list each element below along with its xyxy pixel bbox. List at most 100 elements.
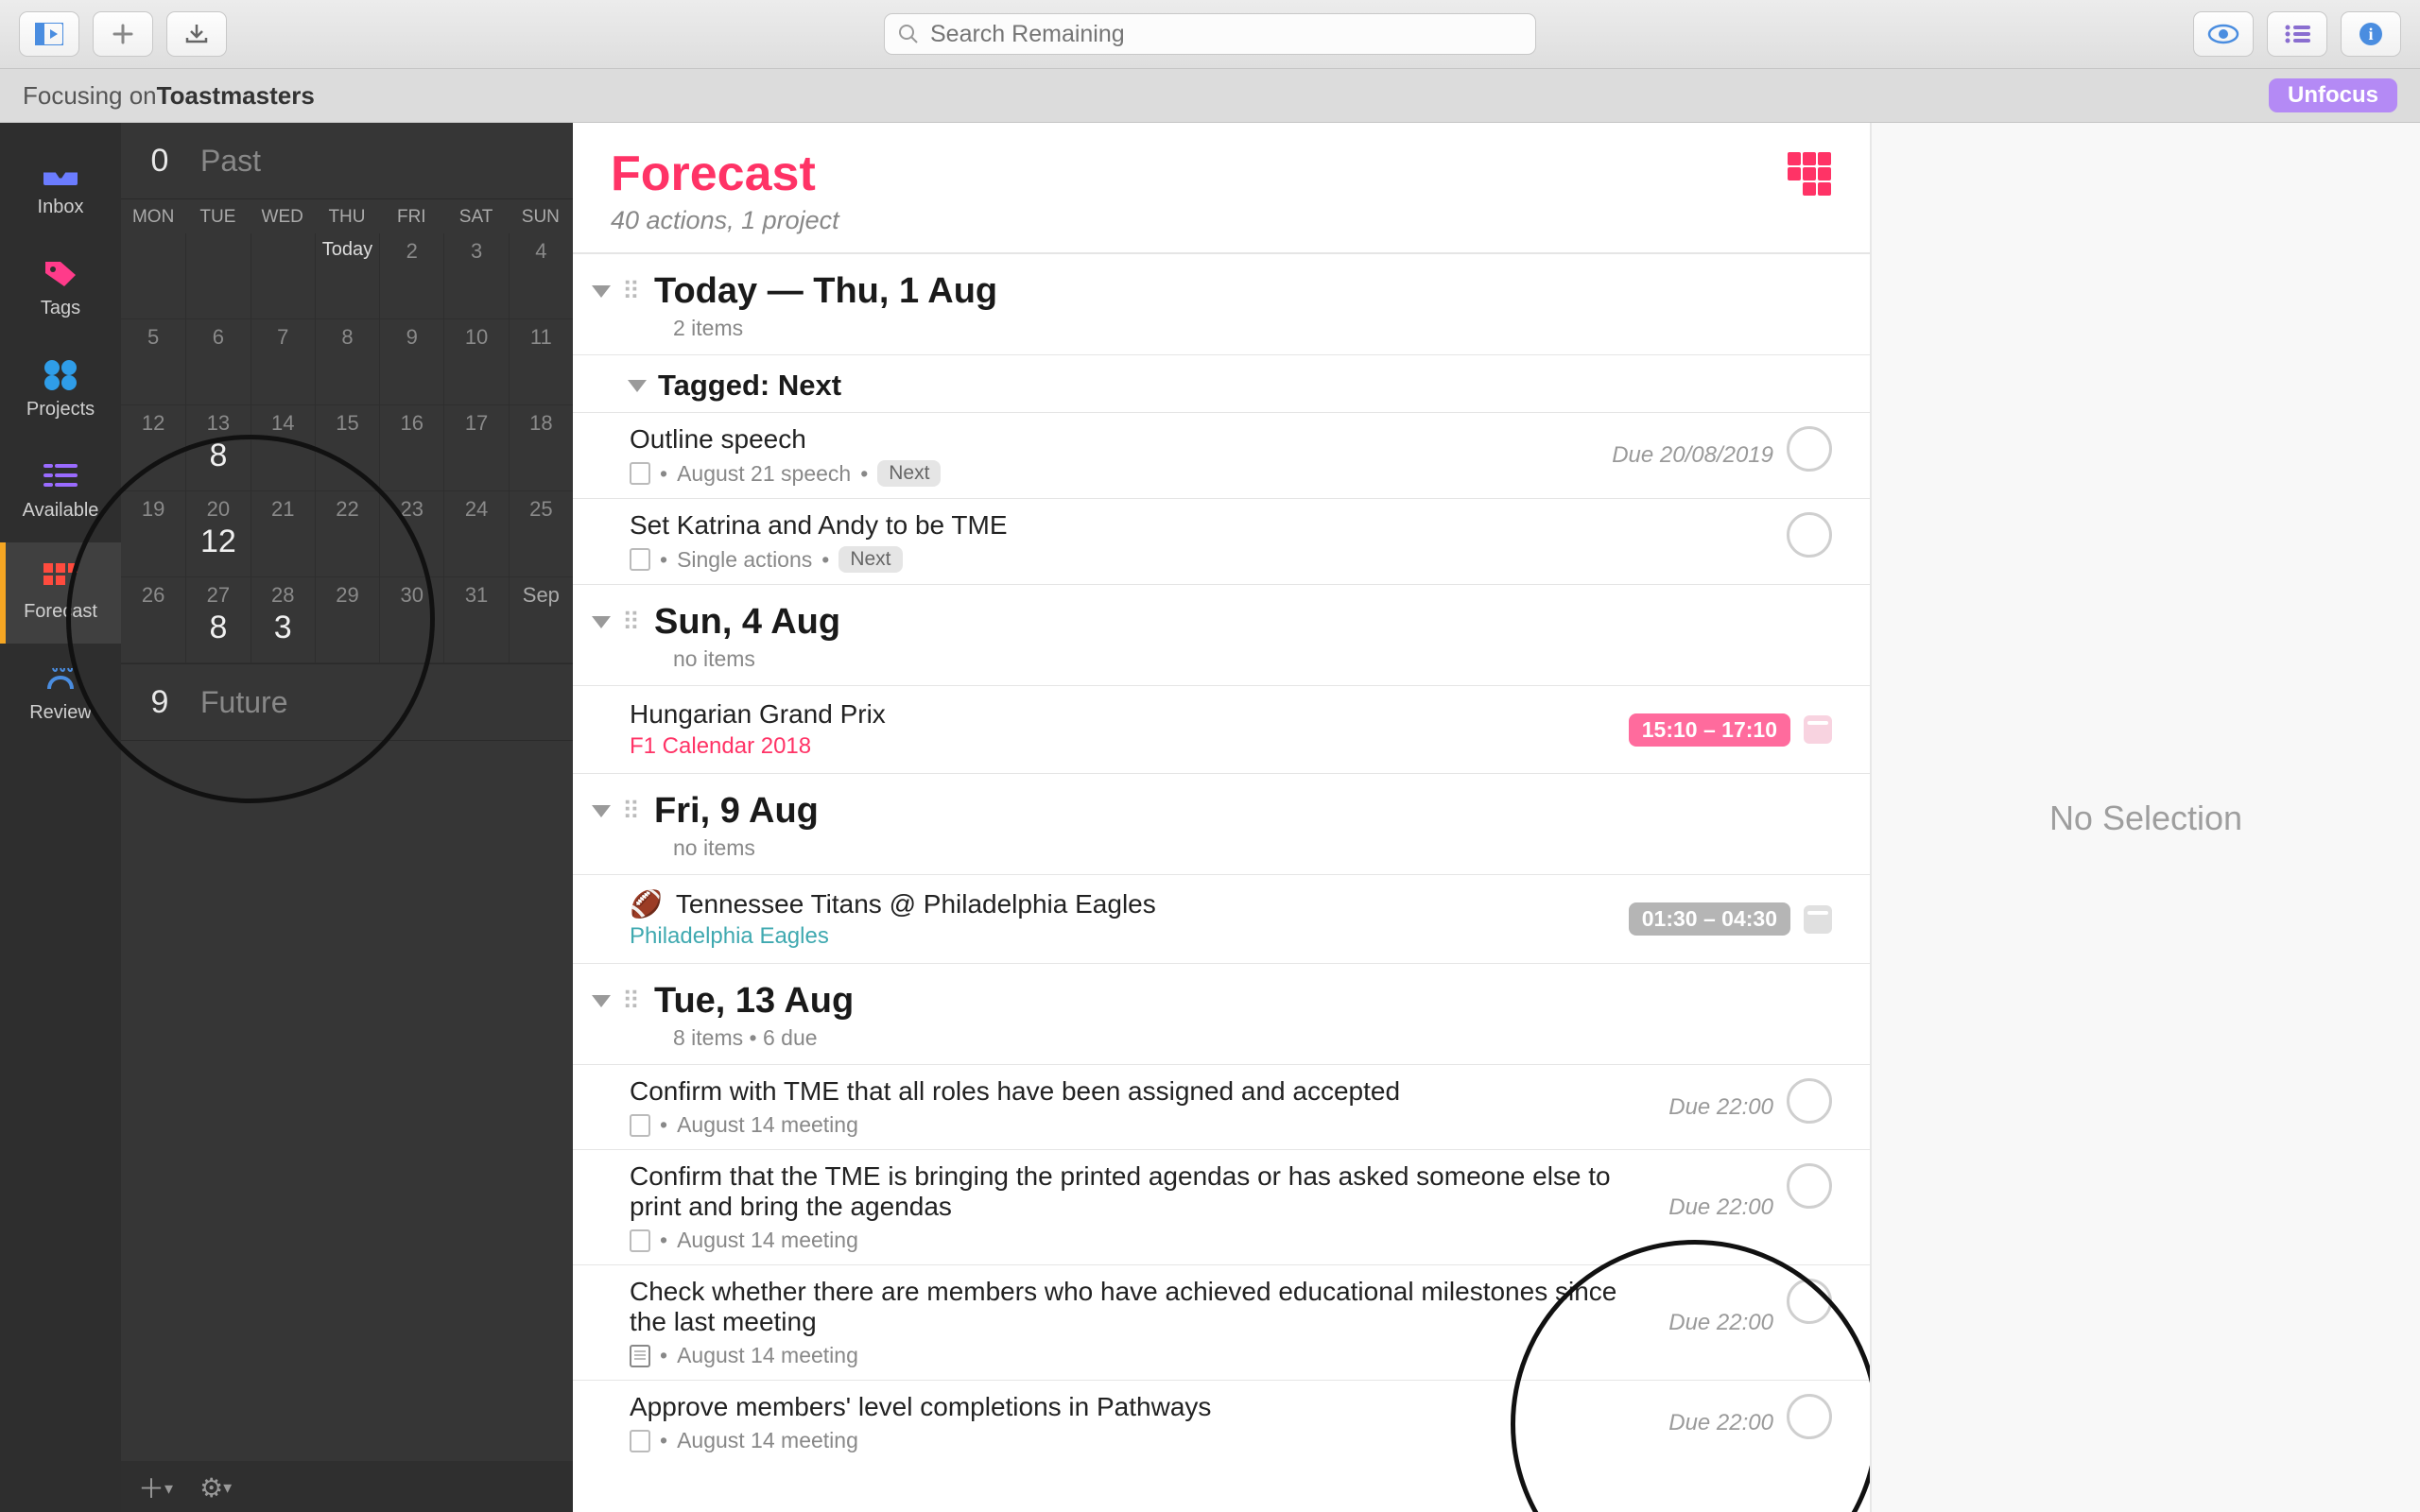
- section-title: Sun, 4 Aug: [654, 602, 840, 643]
- cal-day[interactable]: 15: [315, 405, 379, 490]
- cal-day[interactable]: 5: [121, 319, 185, 404]
- nav-tags[interactable]: Tags: [0, 239, 121, 340]
- cal-day[interactable]: 4: [509, 233, 573, 318]
- nav-label: Projects: [26, 399, 95, 421]
- complete-checkbox[interactable]: [1787, 1394, 1832, 1439]
- cal-day[interactable]: 18: [509, 405, 573, 490]
- complete-checkbox[interactable]: [1787, 1279, 1832, 1324]
- perspective-nav: Inbox Tags Projects Available Forecast R…: [0, 123, 121, 1512]
- task-tag[interactable]: Next: [838, 546, 902, 573]
- view-button[interactable]: [2193, 11, 2254, 57]
- calendar-event[interactable]: 🏈Tennessee Titans @ Philadelphia EaglesP…: [573, 874, 1870, 963]
- search-field[interactable]: [884, 13, 1536, 55]
- task-title: Confirm that the TME is bringing the pri…: [630, 1161, 1650, 1222]
- nav-inbox[interactable]: Inbox: [0, 138, 121, 239]
- section-title: Tue, 13 Aug: [654, 981, 854, 1022]
- cal-future-row[interactable]: 9 Future: [121, 663, 573, 741]
- cal-day[interactable]: Today: [315, 233, 379, 318]
- task-row[interactable]: Confirm with TME that all roles have bee…: [573, 1064, 1870, 1149]
- nav-available[interactable]: Available: [0, 441, 121, 542]
- note-icon: [630, 1430, 650, 1452]
- cal-day[interactable]: 8: [315, 319, 379, 404]
- unfocus-button[interactable]: Unfocus: [2269, 78, 2397, 112]
- cal-day[interactable]: Sep: [509, 577, 573, 662]
- cal-day[interactable]: 3: [443, 233, 508, 318]
- task-project: Single actions: [677, 547, 812, 573]
- page-title: Forecast: [611, 146, 839, 202]
- info-button[interactable]: i: [2341, 11, 2401, 57]
- task-project: August 14 meeting: [677, 1112, 858, 1138]
- cal-day[interactable]: 25: [509, 491, 573, 576]
- cal-day[interactable]: 2: [379, 233, 443, 318]
- cal-past-row[interactable]: 0 Past: [121, 123, 573, 199]
- complete-checkbox[interactable]: [1787, 512, 1832, 558]
- cal-grid: Today23456789101112138141516171819201221…: [121, 233, 573, 663]
- calendar-icon: [1804, 905, 1832, 934]
- search-input[interactable]: [928, 20, 1522, 49]
- cal-day[interactable]: 10: [443, 319, 508, 404]
- nav-forecast[interactable]: Forecast: [0, 542, 121, 644]
- toggle-sidebar-button[interactable]: [19, 11, 79, 57]
- cal-day[interactable]: 278: [185, 577, 250, 662]
- cal-day[interactable]: 24: [443, 491, 508, 576]
- add-button[interactable]: [93, 11, 153, 57]
- cal-day[interactable]: 14: [251, 405, 315, 490]
- section-meta: 8 items • 6 due: [573, 1025, 1870, 1064]
- cal-day[interactable]: 29: [315, 577, 379, 662]
- task-row[interactable]: Check whether there are members who have…: [573, 1264, 1870, 1380]
- list-button[interactable]: [2267, 11, 2327, 57]
- complete-checkbox[interactable]: [1787, 1078, 1832, 1124]
- cal-future-count: 9: [134, 684, 185, 721]
- calendar-sidebar: 0 Past MON TUE WED THU FRI SAT SUN Today…: [121, 123, 573, 1512]
- nav-label: Available: [23, 500, 99, 522]
- task-row[interactable]: Approve members' level completions in Pa…: [573, 1380, 1870, 1465]
- cal-day[interactable]: 17: [443, 405, 508, 490]
- task-row[interactable]: Set Katrina and Andy to be TME • Single …: [573, 498, 1870, 584]
- cal-day[interactable]: 31: [443, 577, 508, 662]
- task-title: Set Katrina and Andy to be TME: [630, 510, 1768, 541]
- event-emoji: 🏈: [630, 888, 663, 919]
- section-header[interactable]: ⠿Sun, 4 Aug: [573, 584, 1870, 646]
- nav-label: Review: [29, 702, 92, 724]
- note-icon: [630, 1229, 650, 1252]
- section-header[interactable]: ⠿Today — Thu, 1 Aug: [573, 253, 1870, 316]
- task-row[interactable]: Confirm that the TME is bringing the pri…: [573, 1149, 1870, 1264]
- download-button[interactable]: [166, 11, 227, 57]
- task-tag[interactable]: Next: [877, 460, 941, 487]
- nav-projects[interactable]: Projects: [0, 340, 121, 441]
- cal-day[interactable]: 26: [121, 577, 185, 662]
- cal-day[interactable]: 23: [379, 491, 443, 576]
- cal-day[interactable]: 2012: [185, 491, 250, 576]
- gear-menu-button[interactable]: ⚙▾: [199, 1472, 232, 1503]
- cal-day[interactable]: 19: [121, 491, 185, 576]
- cal-day[interactable]: 138: [185, 405, 250, 490]
- complete-checkbox[interactable]: [1787, 1163, 1832, 1209]
- cal-past-count: 0: [134, 143, 185, 180]
- inspector-panel: No Selection: [1872, 123, 2420, 1512]
- subsection-header[interactable]: Tagged: Next: [573, 354, 1870, 412]
- task-title: Confirm with TME that all roles have bee…: [630, 1076, 1650, 1107]
- cal-day[interactable]: 21: [251, 491, 315, 576]
- task-row[interactable]: Outline speech • August 21 speech • Next…: [573, 412, 1870, 498]
- nav-review[interactable]: Review: [0, 644, 121, 745]
- cal-day[interactable]: 30: [379, 577, 443, 662]
- cal-day[interactable]: 283: [251, 577, 315, 662]
- cal-day[interactable]: 22: [315, 491, 379, 576]
- cal-day[interactable]: 12: [121, 405, 185, 490]
- section-header[interactable]: ⠿Fri, 9 Aug: [573, 773, 1870, 835]
- add-menu-button[interactable]: ＋▾: [138, 1469, 173, 1506]
- event-time: 15:10 – 17:10: [1629, 713, 1790, 747]
- cal-day[interactable]: 6: [185, 319, 250, 404]
- complete-checkbox[interactable]: [1787, 426, 1832, 472]
- cal-footer: ＋▾ ⚙▾: [121, 1461, 573, 1512]
- cal-day[interactable]: 9: [379, 319, 443, 404]
- cal-day[interactable]: 16: [379, 405, 443, 490]
- forecast-view-icon[interactable]: [1787, 151, 1832, 197]
- note-icon: [630, 462, 650, 485]
- nav-label: Inbox: [38, 197, 84, 218]
- cal-day[interactable]: 11: [509, 319, 573, 404]
- cal-day[interactable]: 7: [251, 319, 315, 404]
- section-header[interactable]: ⠿Tue, 13 Aug: [573, 963, 1870, 1025]
- event-calendar: F1 Calendar 2018: [630, 733, 1629, 760]
- calendar-event[interactable]: Hungarian Grand PrixF1 Calendar 201815:1…: [573, 685, 1870, 773]
